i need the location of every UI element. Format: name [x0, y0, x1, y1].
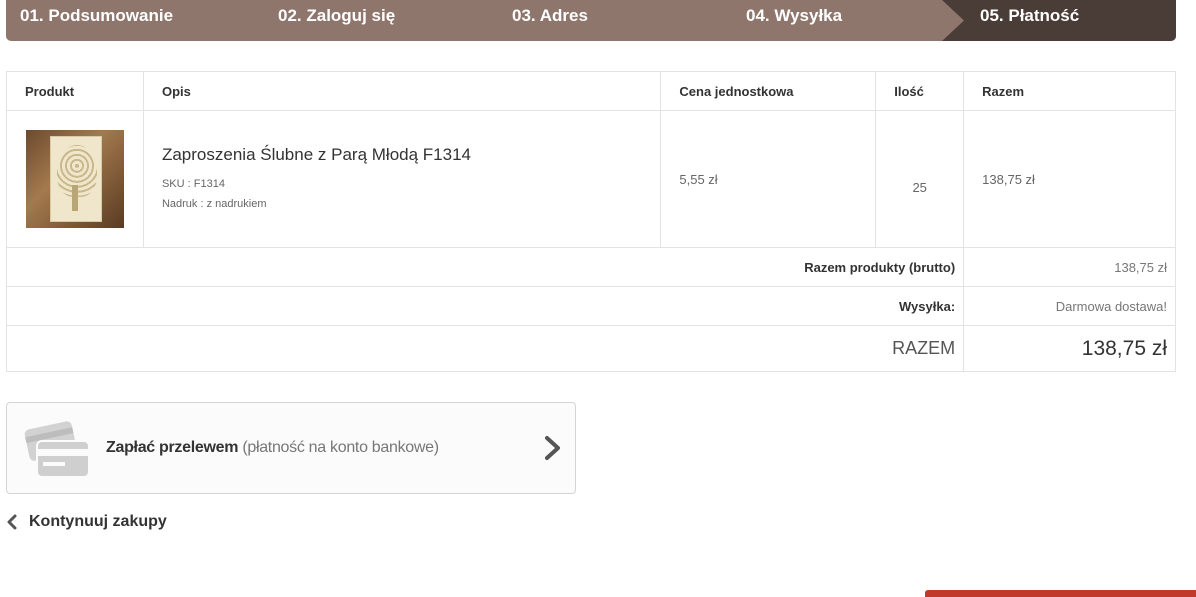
continue-shopping-label: Kontynuuj zakupy [29, 513, 167, 530]
products-total-value: 138,75 zł [963, 247, 1176, 287]
products-total-row: Razem produkty (brutto) 138,75 zł [5, 247, 1176, 287]
header-total: Razem [963, 71, 1176, 111]
products-total-label: Razem produkty (brutto) [5, 247, 965, 287]
payment-title: Zapłać przelewem [106, 439, 239, 456]
grand-total-value: 138,75 zł [963, 325, 1176, 372]
shipping-row: Wysyłka: Darmowa dostawa! [5, 286, 1176, 326]
checkout-steps: 01. Podsumowanie 02. Zaloguj się 03. Adr… [6, 0, 1176, 41]
product-description-cell: Zaproszenia Ślubne z Parą Młodą F1314 SK… [142, 110, 662, 248]
step-address[interactable]: 03. Adres [512, 6, 588, 26]
shipping-label: Wysyłka: [5, 286, 965, 326]
cart-summary-table: Produkt Opis Cena jednostkowa Ilość Raze… [5, 71, 1176, 372]
payment-subtitle: (płatność na konto bankowe) [242, 439, 439, 456]
header-unit-price: Cena jednostkowa [660, 71, 877, 111]
header-product: Produkt [6, 71, 144, 111]
step-shipping[interactable]: 04. Wysyłka [746, 6, 842, 26]
quantity-value: 25 [875, 110, 965, 248]
product-sku: SKU : F1314 [161, 177, 225, 190]
product-image-cell [6, 110, 144, 248]
row-total: 138,75 zł [963, 110, 1176, 248]
header-quantity: Ilość [875, 71, 965, 111]
header-description: Opis [142, 71, 662, 111]
table-row: Zaproszenia Ślubne z Parą Młodą F1314 SK… [6, 110, 1176, 248]
payment-option-label[interactable]: Zapłać przelewem (płatność na konto bank… [106, 439, 439, 457]
unit-price: 5,55 zł [660, 110, 877, 248]
product-print-option: Nadruk : z nadrukiem [161, 197, 267, 210]
product-image[interactable] [26, 130, 124, 228]
shipping-value: Darmowa dostawa! [963, 286, 1176, 326]
product-name[interactable]: Zaproszenia Ślubne z Parą Młodą F1314 [162, 145, 660, 165]
invitation-card-image [50, 136, 102, 222]
chevron-left-icon [7, 514, 17, 530]
tree-trunk [72, 185, 78, 211]
step-payment: 05. Płatność [980, 6, 1080, 25]
bank-transfer-payment-option[interactable]: Zapłać przelewem (płatność na konto bank… [6, 402, 576, 494]
table-header-row: Produkt Opis Cena jednostkowa Ilość Raze… [6, 71, 1176, 111]
continue-shopping-link[interactable]: Kontynuuj zakupy [6, 513, 167, 531]
grand-total-label: RAZEM [5, 325, 965, 372]
red-accent-bar [925, 590, 1196, 597]
chevron-right-icon [545, 436, 560, 460]
grand-total-row: RAZEM 138,75 zł [5, 325, 1176, 372]
step-summary[interactable]: 01. Podsumowanie [20, 6, 173, 26]
step-login[interactable]: 02. Zaloguj się [278, 6, 395, 26]
credit-card-icon [24, 421, 90, 478]
